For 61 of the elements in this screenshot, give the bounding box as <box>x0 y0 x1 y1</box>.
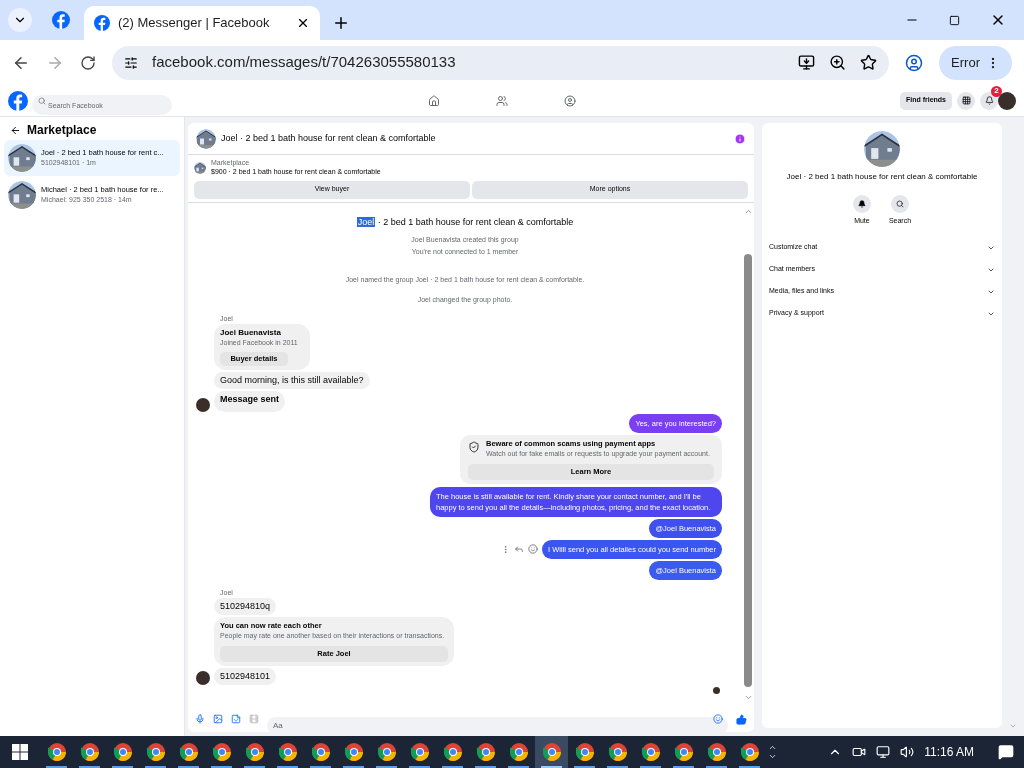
microphone-icon[interactable] <box>195 714 205 724</box>
bell-icon <box>857 200 866 208</box>
reload-icon[interactable] <box>80 54 96 71</box>
profile-error-button[interactable]: Error <box>939 45 1012 80</box>
chrome-taskbar-icon[interactable] <box>535 736 568 768</box>
facebook-favicon-icon[interactable] <box>94 15 110 31</box>
home-icon[interactable] <box>428 94 440 107</box>
avatar-icon <box>713 686 720 694</box>
sticker-icon[interactable] <box>231 714 241 724</box>
bookmark-icon[interactable] <box>860 54 878 71</box>
image-icon[interactable] <box>213 714 223 724</box>
tab-list-button[interactable] <box>8 8 32 32</box>
maximize-icon[interactable] <box>949 14 960 26</box>
bell-icon <box>984 96 994 105</box>
volume-icon[interactable] <box>900 745 915 759</box>
install-icon[interactable] <box>798 54 816 71</box>
browser-tab[interactable]: (2) Messenger | Facebook <box>84 6 320 40</box>
reply-icon[interactable] <box>514 544 524 554</box>
address-bar[interactable]: facebook.com/messages/t/704263055580133 <box>112 45 890 80</box>
search-icon <box>38 96 46 105</box>
message-input[interactable]: Aa <box>267 716 728 732</box>
more-icon[interactable] <box>501 544 510 554</box>
friends-icon[interactable] <box>496 94 508 107</box>
scroll-down-icon[interactable] <box>768 752 777 761</box>
search-icon <box>896 200 904 208</box>
notification-badge: 2 <box>991 85 1002 97</box>
emoji-icon[interactable] <box>713 714 723 724</box>
shield-icon <box>468 440 480 453</box>
incoming-message: 510294810q <box>214 597 277 615</box>
groups-icon[interactable] <box>564 94 576 107</box>
windows-start-icon[interactable] <box>12 744 28 760</box>
info-icon[interactable] <box>734 132 746 145</box>
new-tab-icon[interactable] <box>332 14 350 32</box>
incoming-message: 5102948101 <box>214 667 277 685</box>
zoom-icon[interactable] <box>829 54 847 71</box>
sidebar-title: Marketplace <box>27 122 97 139</box>
close-icon[interactable] <box>296 16 310 30</box>
incoming-message: Good morning, is this still available? <box>214 371 370 389</box>
like-icon[interactable] <box>736 713 747 725</box>
site-info-icon[interactable] <box>124 55 138 70</box>
chat-title: Joel · 2 bed 1 bath house for rent clean & comfortable <box>221 131 437 145</box>
profile-name: Joel Buenavista <box>220 327 282 338</box>
details-title: Joel · 2 bed 1 bath house for rent clean & comfortable <box>786 171 978 183</box>
network-icon[interactable] <box>876 745 891 759</box>
avatar-icon <box>998 91 1016 110</box>
notifications-button[interactable] <box>980 91 998 110</box>
url-text: facebook.com/messages/t/704263055580133 <box>152 52 457 73</box>
back-icon[interactable] <box>10 124 21 136</box>
group-title: Joel · 2 bed 1 bath house for rent clean & comfortable <box>356 216 574 227</box>
profile-icon[interactable] <box>905 53 924 72</box>
clock[interactable]: 11:16 AM <box>924 743 974 761</box>
menu-icon[interactable] <box>957 91 975 110</box>
grid-icon <box>961 96 971 105</box>
incoming-message: Message sent <box>214 390 286 412</box>
facebook-logo-icon[interactable] <box>8 90 28 111</box>
notifications-icon[interactable] <box>998 744 1014 760</box>
react-icon[interactable] <box>528 544 538 554</box>
tab-title: (2) Messenger | Facebook <box>118 14 271 33</box>
camera-icon[interactable] <box>852 745 867 759</box>
scroll-up-icon[interactable] <box>768 743 777 752</box>
pinned-tab-icon[interactable] <box>52 11 70 29</box>
